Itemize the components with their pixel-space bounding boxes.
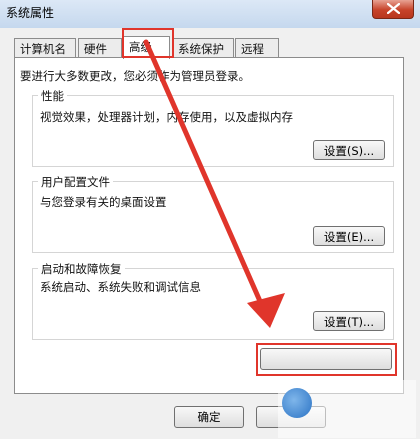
user-profiles-desc: 与您登录有关的桌面设置 <box>40 195 167 209</box>
title-bar[interactable]: 系统属性 <box>0 0 420 28</box>
admin-note: 要进行大多数更改，您必须作为管理员登录。 <box>20 69 250 83</box>
watermark <box>278 380 416 438</box>
system-properties-window: 系统属性 计算机名 硬件 高级 系统保护 远程 要进行大多数更改，您必须作为管理… <box>0 0 420 439</box>
close-icon <box>387 3 400 14</box>
user-profiles-group: 用户配置文件 与您登录有关的桌面设置 设置(E)... <box>32 174 394 253</box>
window-title: 系统属性 <box>6 6 55 20</box>
performance-desc: 视觉效果，处理器计划，内存使用，以及虚拟内存 <box>40 110 293 124</box>
advanced-tab-highlight <box>122 28 174 58</box>
tab-system-protection[interactable]: 系统保护 <box>172 38 234 57</box>
close-button[interactable] <box>372 0 414 19</box>
startup-recovery-settings-button[interactable]: 设置(T)... <box>313 311 385 331</box>
user-profiles-settings-button[interactable]: 设置(E)... <box>313 226 385 246</box>
startup-recovery-group: 启动和故障恢复 系统启动、系统失败和调试信息 设置(T)... <box>32 261 394 340</box>
tab-remote[interactable]: 远程 <box>235 38 279 57</box>
performance-settings-button[interactable]: 设置(S)... <box>313 140 385 160</box>
environment-variables-highlight <box>256 343 397 376</box>
startup-recovery-title: 启动和故障恢复 <box>38 261 125 277</box>
tab-hardware[interactable]: 硬件 <box>78 38 122 57</box>
ok-button[interactable]: 确定 <box>174 406 244 428</box>
watermark-logo-icon <box>282 388 312 418</box>
performance-title: 性能 <box>38 88 67 104</box>
startup-recovery-desc: 系统启动、系统失败和调试信息 <box>40 280 201 294</box>
tab-computer-name[interactable]: 计算机名 <box>14 38 76 57</box>
user-profiles-title: 用户配置文件 <box>38 174 113 190</box>
performance-group: 性能 视觉效果，处理器计划，内存使用，以及虚拟内存 设置(S)... <box>32 88 394 167</box>
